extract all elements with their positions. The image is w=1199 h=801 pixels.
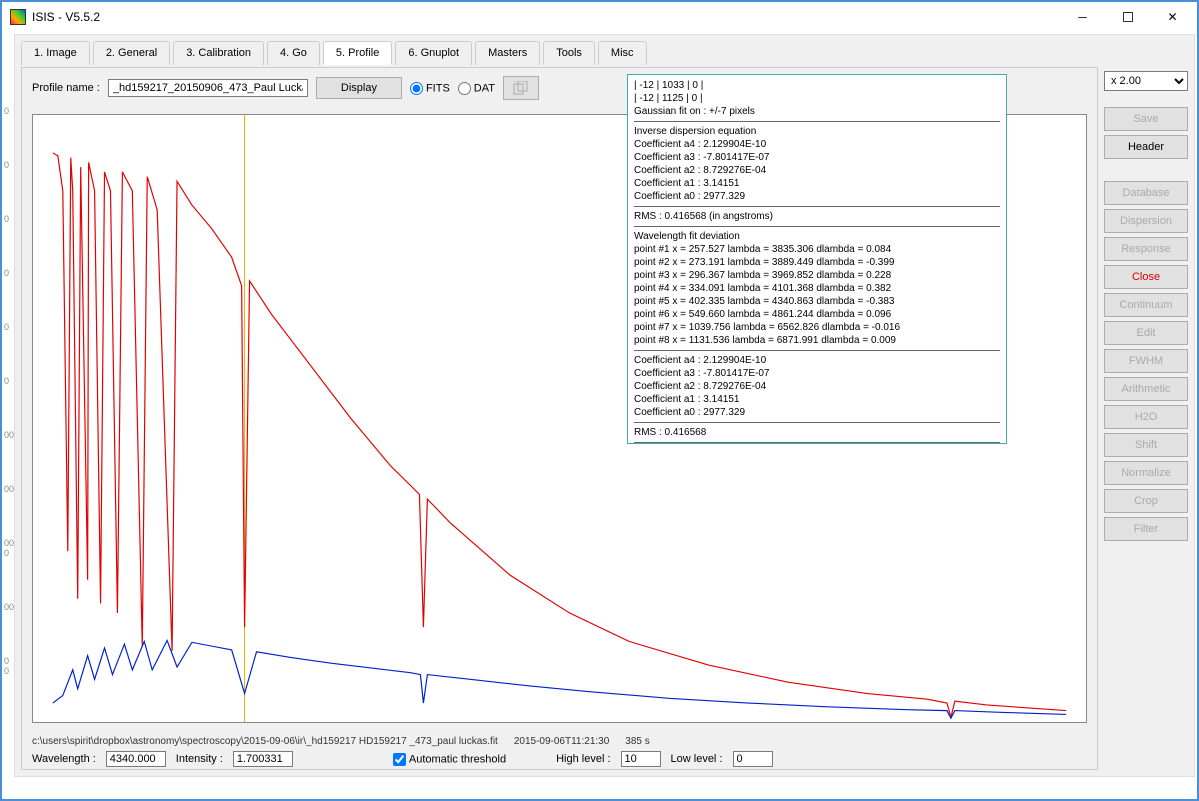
fwhm-button[interactable]: FWHM bbox=[1104, 349, 1188, 373]
titlebar: ISIS - V5.5.2 ─ ✕ bbox=[2, 2, 1197, 32]
status-exposure: 385 s bbox=[625, 736, 649, 747]
normalize-button[interactable]: Normalize bbox=[1104, 461, 1188, 485]
tab-masters[interactable]: Masters bbox=[475, 41, 540, 65]
copy-icon-button[interactable] bbox=[503, 76, 539, 100]
save-button[interactable]: Save bbox=[1104, 107, 1188, 131]
tab-5profile[interactable]: 5. Profile bbox=[323, 41, 392, 65]
tab-2general[interactable]: 2. General bbox=[93, 41, 170, 65]
log-overlay[interactable]: | -12 | 1033 | 0 || -12 | 1125 | 0 |Gaus… bbox=[627, 74, 1007, 444]
tab-4go[interactable]: 4. Go bbox=[267, 41, 320, 65]
dispersion-button[interactable]: Dispersion bbox=[1104, 209, 1188, 233]
close-button[interactable]: Close bbox=[1104, 265, 1188, 289]
crop-button[interactable]: Crop bbox=[1104, 489, 1188, 513]
continuum-button[interactable]: Continuum bbox=[1104, 293, 1188, 317]
auto-threshold-checkbox[interactable]: Automatic threshold bbox=[393, 753, 506, 766]
profile-panel: Profile name : Display FITS DAT | -12 | … bbox=[21, 67, 1098, 770]
tab-6gnuplot[interactable]: 6. Gnuplot bbox=[395, 41, 472, 65]
display-button[interactable]: Display bbox=[316, 77, 402, 99]
tab-3calibration[interactable]: 3. Calibration bbox=[173, 41, 264, 65]
wavelength-input[interactable] bbox=[106, 751, 166, 767]
tab-tools[interactable]: Tools bbox=[543, 41, 595, 65]
ruler-gutter: 000000000000 0000 0 bbox=[4, 62, 14, 759]
header-button[interactable]: Header bbox=[1104, 135, 1188, 159]
response-button[interactable]: Response bbox=[1104, 237, 1188, 261]
app-icon bbox=[10, 9, 26, 25]
minimize-button[interactable]: ─ bbox=[1060, 3, 1105, 31]
filter-button[interactable]: Filter bbox=[1104, 517, 1188, 541]
fits-radio[interactable]: FITS bbox=[410, 82, 450, 95]
database-button[interactable]: Database bbox=[1104, 181, 1188, 205]
dat-radio[interactable]: DAT bbox=[458, 82, 495, 95]
bottom-row: Wavelength : Intensity : Automatic thres… bbox=[32, 751, 1087, 767]
side-toolbar: x 2.00 Save Header Database Dispersion Respo… bbox=[1104, 71, 1188, 541]
status-path: c:\users\spirit\dropbox\astronomy\spectr… bbox=[32, 736, 498, 747]
low-level-label: Low level : bbox=[671, 753, 723, 765]
wavelength-label: Wavelength : bbox=[32, 753, 96, 765]
maximize-button[interactable] bbox=[1105, 3, 1150, 31]
tab-misc[interactable]: Misc bbox=[598, 41, 647, 65]
low-level-input[interactable] bbox=[733, 751, 773, 767]
tab-1image[interactable]: 1. Image bbox=[21, 41, 90, 65]
status-time: 2015-09-06T11:21:30 bbox=[514, 736, 609, 747]
close-button[interactable]: ✕ bbox=[1150, 3, 1195, 31]
profile-name-label: Profile name : bbox=[32, 82, 100, 94]
window-title: ISIS - V5.5.2 bbox=[32, 10, 1060, 24]
high-level-label: High level : bbox=[556, 753, 610, 765]
high-level-input[interactable] bbox=[621, 751, 661, 767]
shift-button[interactable]: Shift bbox=[1104, 433, 1188, 457]
tab-bar: 1. Image2. General3. Calibration4. Go5. … bbox=[15, 35, 1194, 65]
intensity-input[interactable] bbox=[233, 751, 293, 767]
arithmetic-button[interactable]: Arithmetic bbox=[1104, 377, 1188, 401]
intensity-label: Intensity : bbox=[176, 753, 223, 765]
profile-name-input[interactable] bbox=[108, 79, 308, 97]
edit-button[interactable]: Edit bbox=[1104, 321, 1188, 345]
status-row: c:\users\spirit\dropbox\astronomy\spectr… bbox=[32, 736, 1087, 747]
h2o-button[interactable]: H2O bbox=[1104, 405, 1188, 429]
zoom-select[interactable]: x 2.00 bbox=[1104, 71, 1188, 91]
copy-icon bbox=[513, 81, 529, 95]
